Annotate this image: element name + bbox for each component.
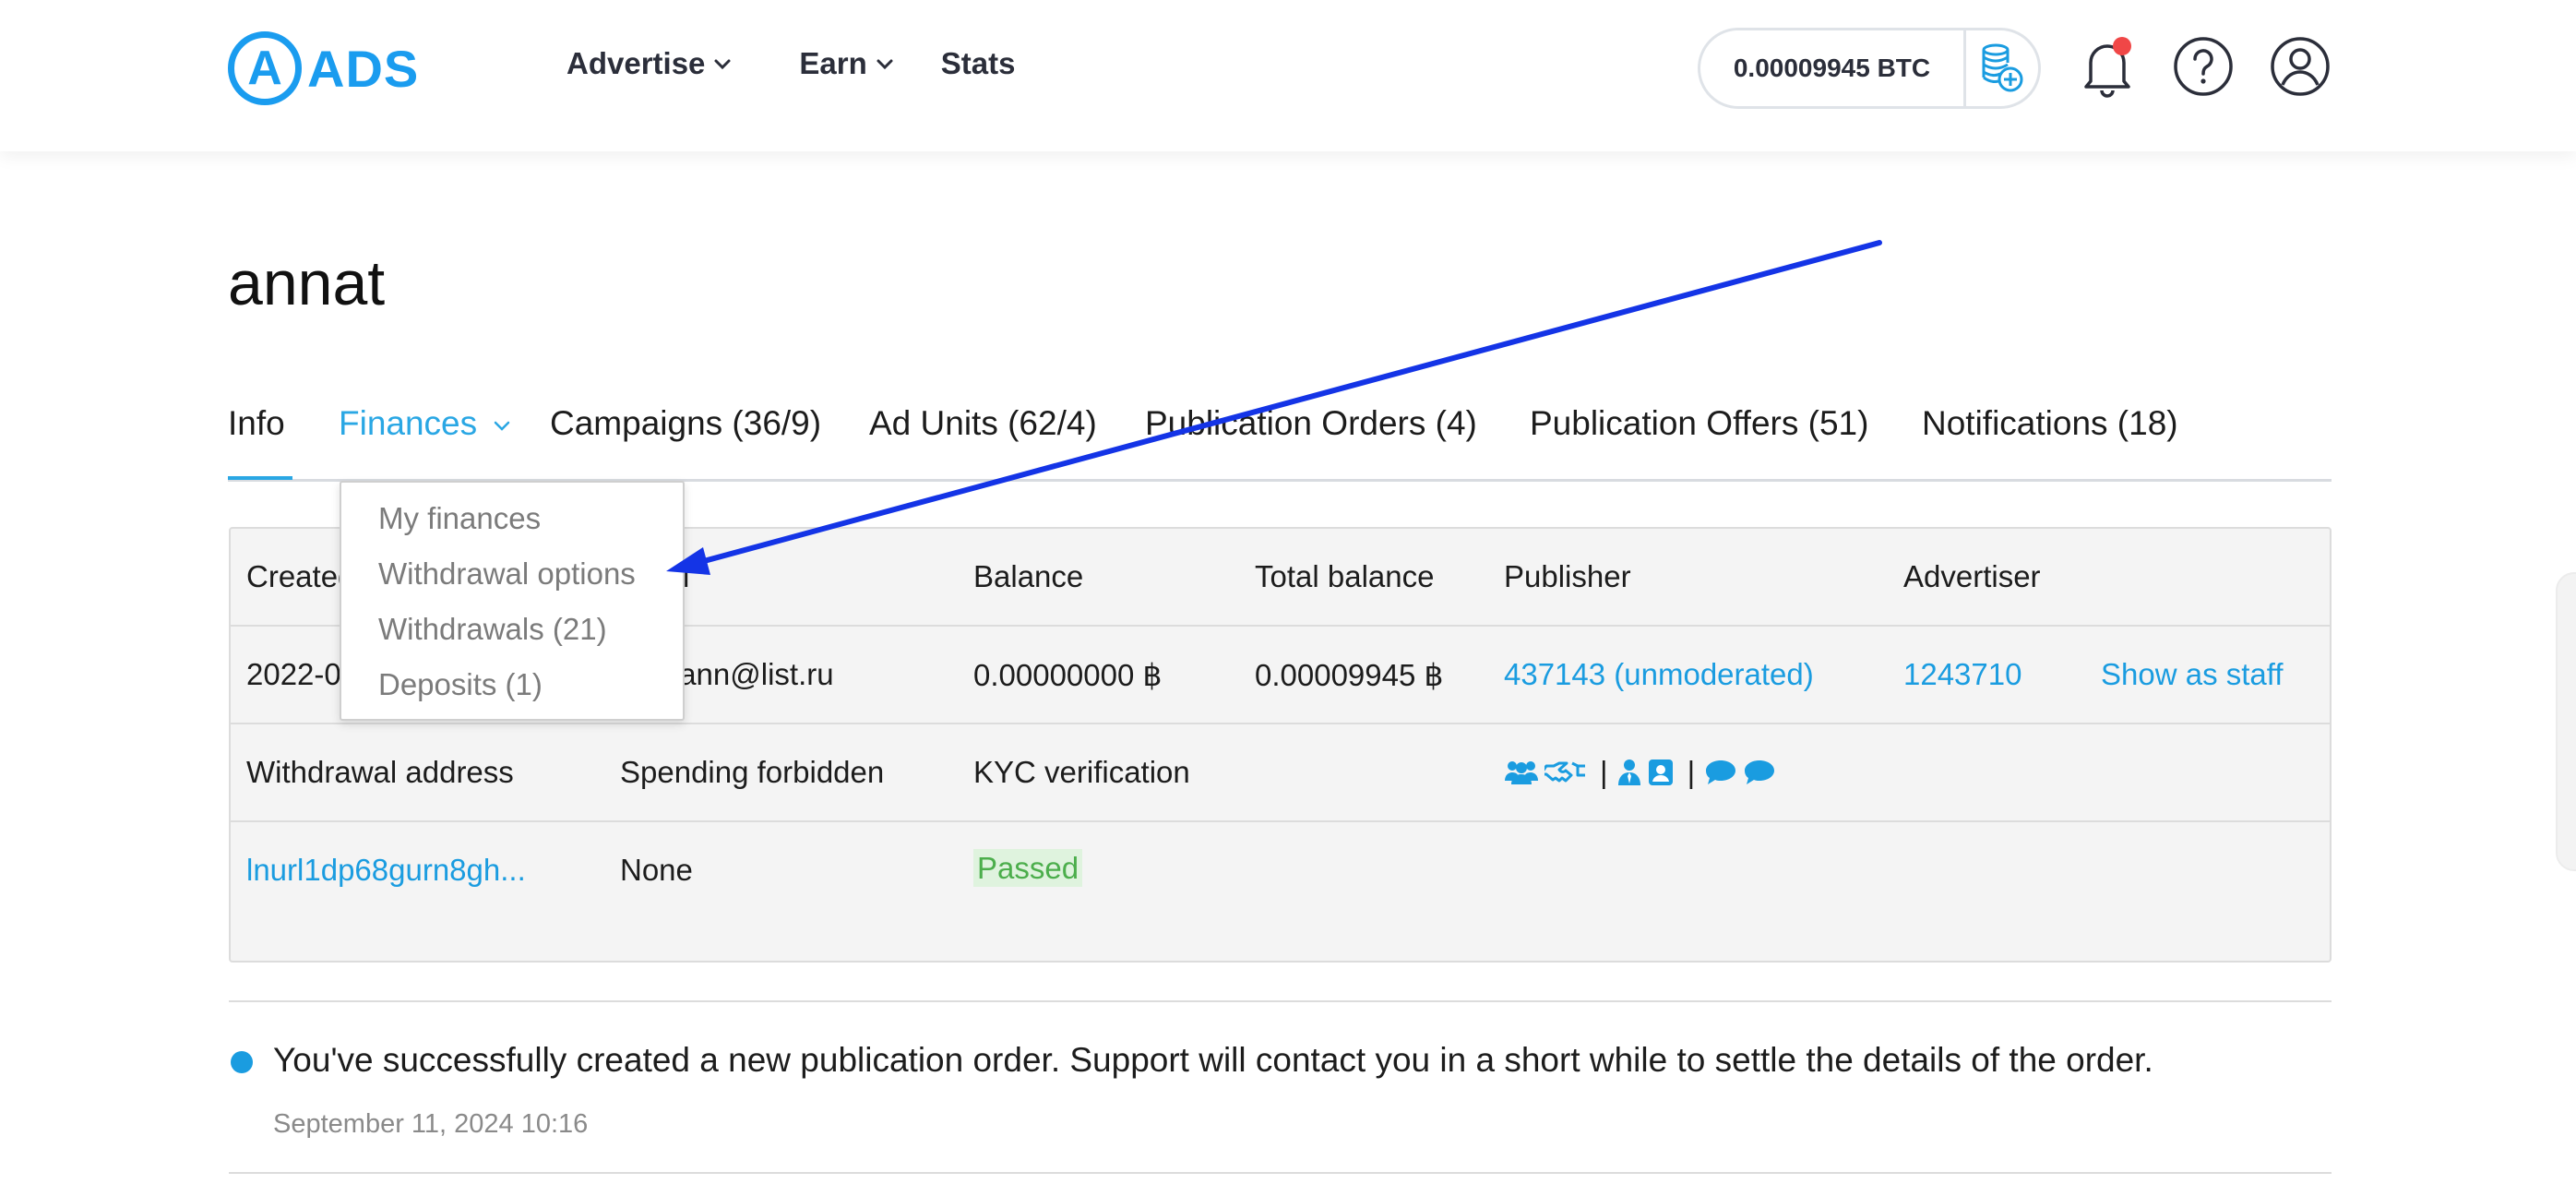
tab-active-underline xyxy=(228,476,292,480)
nav-earn-label: Earn xyxy=(799,46,867,80)
tab-ad-units[interactable]: Ad Units (62/4) xyxy=(869,404,1097,443)
icon-separator: | xyxy=(1600,755,1608,789)
tab-notifications[interactable]: Notifications (18) xyxy=(1922,404,2178,443)
balance-value: 0.00000000 ฿ xyxy=(973,658,1163,692)
balance-amount: 0.00009945 BTC xyxy=(1733,54,1931,82)
logo-text: ADS xyxy=(307,39,420,98)
nav-advertise[interactable]: Advertise xyxy=(566,46,733,81)
top-header: A ADS Advertise Earn Stats 0.00009945 BT… xyxy=(0,0,2576,151)
help-button[interactable] xyxy=(2172,35,2235,98)
advertiser-link[interactable]: 1243710 xyxy=(1903,657,2021,692)
menu-item-deposits[interactable]: Deposits (1) xyxy=(378,667,543,702)
side-panel-edge xyxy=(2556,572,2576,871)
menu-item-withdrawals[interactable]: Withdrawals (21) xyxy=(378,612,607,647)
row-divider xyxy=(231,723,2330,724)
tab-campaigns-label: Campaigns (36/9) xyxy=(550,404,822,442)
main-nav: Advertise Earn Stats xyxy=(566,46,1015,81)
kyc-status: Passed xyxy=(973,849,1083,887)
col-withdrawal-address: Withdrawal address xyxy=(246,755,514,789)
coins-add-icon xyxy=(1982,43,2023,92)
tab-publication-orders-label: Publication Orders (4) xyxy=(1145,404,1477,442)
withdrawal-address-link[interactable]: lnurl1dp68gurn8gh... xyxy=(246,853,526,888)
tab-publication-orders[interactable]: Publication Orders (4) xyxy=(1145,404,1477,443)
col-total-balance: Total balance xyxy=(1255,559,1435,593)
created-date: 2022-0 xyxy=(246,657,341,691)
nav-stats[interactable]: Stats xyxy=(941,46,1016,81)
user-icon xyxy=(2271,37,2330,96)
chevron-down-icon xyxy=(877,59,893,70)
col-advertiser: Advertiser xyxy=(1903,559,2041,593)
menu-item-my-finances[interactable]: My finances xyxy=(378,501,541,536)
bell-icon xyxy=(2084,37,2131,98)
spending-forbidden-value: None xyxy=(620,853,693,887)
menu-item-withdrawal-options[interactable]: Withdrawal options xyxy=(378,556,636,592)
contact-card-icon[interactable] xyxy=(1647,759,1675,786)
page-title: annat xyxy=(228,248,386,318)
col-created: Created xyxy=(246,559,355,593)
users-icon[interactable] xyxy=(1504,759,1539,786)
account-button[interactable] xyxy=(2269,35,2332,98)
user-tie-icon[interactable] xyxy=(1617,759,1641,786)
nav-advertise-label: Advertise xyxy=(566,46,706,80)
comment-icon[interactable] xyxy=(1743,759,1776,786)
notification-message: You've successfully created a new public… xyxy=(273,1041,2153,1079)
notification-divider xyxy=(229,1000,2332,1002)
col-kyc-verification: KYC verification xyxy=(973,755,1190,789)
chevron-down-icon xyxy=(714,59,731,70)
notifications-button[interactable] xyxy=(2076,35,2139,98)
kyc-passed-badge: Passed xyxy=(973,849,1083,887)
col-publisher: Publisher xyxy=(1504,559,1631,593)
finances-dropdown-menu: My finances Withdrawal options Withdrawa… xyxy=(340,481,685,721)
handshake-icon[interactable] xyxy=(1544,759,1587,786)
unread-dot xyxy=(231,1051,253,1073)
col-balance: Balance xyxy=(973,559,1084,593)
help-icon xyxy=(2174,37,2233,96)
tab-publication-offers[interactable]: Publication Offers (51) xyxy=(1530,404,1868,443)
tab-ad-units-label: Ad Units (62/4) xyxy=(869,404,1097,442)
user-feature-icons: | | xyxy=(1504,755,1782,790)
profile-tabs: Info Finances Campaigns (36/9) Ad Units … xyxy=(228,404,2332,482)
tab-notifications-label: Notifications (18) xyxy=(1922,404,2178,442)
row-divider xyxy=(231,820,2330,822)
show-as-staff-link[interactable]: Show as staff xyxy=(2101,657,2284,692)
nav-stats-label: Stats xyxy=(940,46,1016,80)
icon-separator: | xyxy=(1687,755,1696,789)
nav-earn[interactable]: Earn xyxy=(799,46,894,81)
tab-campaigns[interactable]: Campaigns (36/9) xyxy=(550,404,821,443)
chevron-down-icon xyxy=(495,421,510,431)
balance-pill[interactable]: 0.00009945 BTC xyxy=(1698,28,2041,109)
tab-finances-label: Finances xyxy=(339,404,478,442)
col-spending-forbidden: Spending forbidden xyxy=(620,755,885,789)
notification-date: September 11, 2024 10:16 xyxy=(273,1109,589,1139)
comment-icon[interactable] xyxy=(1704,759,1737,786)
tab-info-label: Info xyxy=(228,404,285,442)
notification-divider xyxy=(229,1172,2332,1174)
tab-finances[interactable]: Finances xyxy=(339,404,512,443)
tab-info[interactable]: Info xyxy=(228,404,285,443)
publisher-link[interactable]: 437143 (unmoderated) xyxy=(1504,657,1814,692)
add-funds-button[interactable] xyxy=(1966,30,2038,106)
total-balance-value: 0.00009945 ฿ xyxy=(1255,658,1444,692)
tab-publication-offers-label: Publication Offers (51) xyxy=(1530,404,1869,442)
aads-logo[interactable]: A ADS xyxy=(228,28,419,109)
logo-mark: A xyxy=(228,31,302,105)
